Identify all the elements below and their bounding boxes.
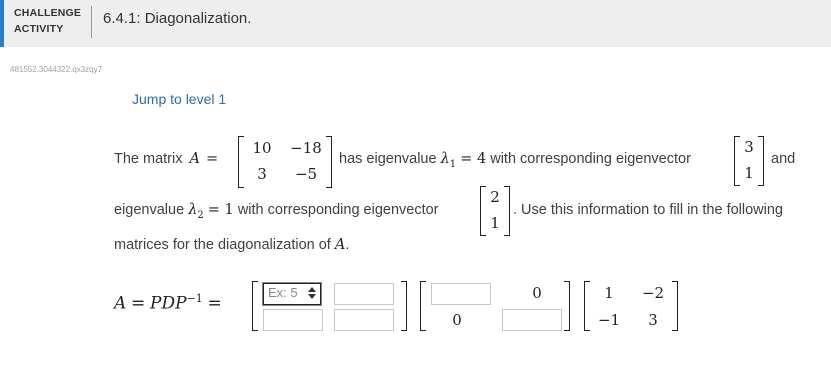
- bracket-right: [758, 136, 764, 186]
- eigenvalue-1-value: = 4: [460, 151, 487, 167]
- eigenvector-1-r1: 3: [744, 138, 754, 156]
- header-accent-bar: [0, 0, 4, 47]
- bracket-left: [238, 136, 244, 188]
- lambda-2: λ2: [188, 202, 204, 221]
- and-text: and: [771, 151, 796, 167]
- lambda-1-subscript: 1: [449, 158, 457, 170]
- eq-equals-2: =: [207, 293, 222, 314]
- diagonalization-lhs: A = PDP−1 =: [114, 292, 222, 314]
- challenge-activity-label: CHALLENGE ACTIVITY: [14, 5, 81, 37]
- bracket-right: [564, 281, 570, 331]
- bracket-right: [504, 186, 510, 236]
- lambda-1-symbol: λ: [440, 151, 450, 167]
- eigenvector-1: 3 1: [734, 136, 764, 186]
- matrix-D-r1c2: 0: [532, 284, 542, 302]
- lambda-1: λ1: [440, 151, 457, 170]
- eigenvalue-2-value: = 1: [207, 202, 234, 218]
- challenge-label-line2: ACTIVITY: [14, 23, 64, 35]
- header-divider: [91, 6, 92, 38]
- bracket-right: [326, 136, 332, 188]
- lambda-2-subscript: 2: [197, 209, 204, 221]
- matrix-P-r2c2-input[interactable]: [334, 309, 394, 331]
- eigenvector-2-r1: 2: [490, 188, 500, 206]
- with-eigenvector-text-2: with corresponding eigenvector: [237, 202, 439, 218]
- eq-inverse-superscript: −1: [186, 292, 203, 305]
- bracket-left: [584, 281, 590, 331]
- matrix-Pinv-r1c2: −2: [641, 284, 665, 302]
- eq-var-A: A: [114, 293, 127, 314]
- eq-equals-1: =: [131, 293, 146, 314]
- matrix-A: 10 −18 3 −5: [238, 136, 332, 188]
- activity-title: 6.4.1: Diagonalization.: [103, 10, 252, 27]
- use-info-text: . Use this information to fill in the fo…: [513, 202, 783, 218]
- matrix-D-r2c1: 0: [452, 311, 462, 329]
- eq-PDP: PDP: [150, 293, 187, 314]
- eigenvector-1-r2: 1: [744, 164, 754, 182]
- bracket-left: [420, 281, 426, 331]
- matrix-D-r2c2-input[interactable]: [502, 309, 562, 331]
- spinner-icon[interactable]: [308, 287, 317, 301]
- eigenvector-2-r2: 1: [490, 214, 500, 232]
- lambda-2-symbol: λ: [188, 202, 198, 218]
- matrix-P-r1c2-input[interactable]: [334, 283, 394, 305]
- problem-line-2-part-a: eigenvalue λ2 = 1 with corresponding eig…: [114, 202, 439, 221]
- line-3-text: matrices for the diagonalization of: [114, 237, 331, 253]
- bracket-left: [252, 281, 258, 331]
- challenge-label-line1: CHALLENGE: [14, 7, 82, 19]
- eigenvalue-word: eigenvalue: [114, 202, 185, 218]
- input-placeholder: Ex: 5: [268, 285, 298, 300]
- activity-id: 481552.3044322.qx3zqy7: [10, 65, 103, 74]
- matrix-Pinv-r1c1: 1: [604, 284, 614, 302]
- matrix-P-r1c1-input[interactable]: Ex: 5: [262, 282, 322, 306]
- activity-header: CHALLENGE ACTIVITY 6.4.1: Diagonalizatio…: [0, 0, 831, 47]
- jump-to-level-link[interactable]: Jump to level 1: [132, 91, 226, 107]
- has-eigenvalue-text: has eigenvalue: [339, 151, 437, 167]
- line-3-var-A: A: [334, 237, 346, 253]
- equals-sign: =: [206, 151, 219, 167]
- matrix-A-r2c2: −5: [294, 165, 318, 183]
- matrix-P-inverse: 1 −2 −1 3: [584, 281, 678, 331]
- matrix-A-r1c1: 10: [252, 139, 272, 157]
- bracket-right: [401, 281, 407, 331]
- bracket-right: [672, 281, 678, 331]
- problem-line-1-part-b: has eigenvalue λ1 = 4 with corresponding…: [339, 151, 691, 170]
- matrix-Pinv-r2c1: −1: [597, 311, 621, 329]
- matrix-A-r2c1: 3: [257, 165, 267, 183]
- matrix-var-A: A: [189, 151, 201, 167]
- matrix-Pinv-r2c2: 3: [648, 311, 658, 329]
- line-3-period: .: [345, 237, 350, 253]
- problem-line-3: matrices for the diagonalization of A.: [114, 237, 349, 253]
- intro-text: The matrix: [114, 151, 183, 167]
- matrix-A-r1c2: −18: [290, 139, 322, 157]
- problem-line-1-part-a: The matrix A =: [114, 151, 218, 167]
- with-eigenvector-text-1: with corresponding eigenvector: [490, 151, 691, 167]
- matrix-P-r2c1-input[interactable]: [263, 309, 323, 331]
- matrix-D-r1c1-input[interactable]: [431, 283, 491, 305]
- eigenvector-2: 2 1: [480, 186, 510, 236]
